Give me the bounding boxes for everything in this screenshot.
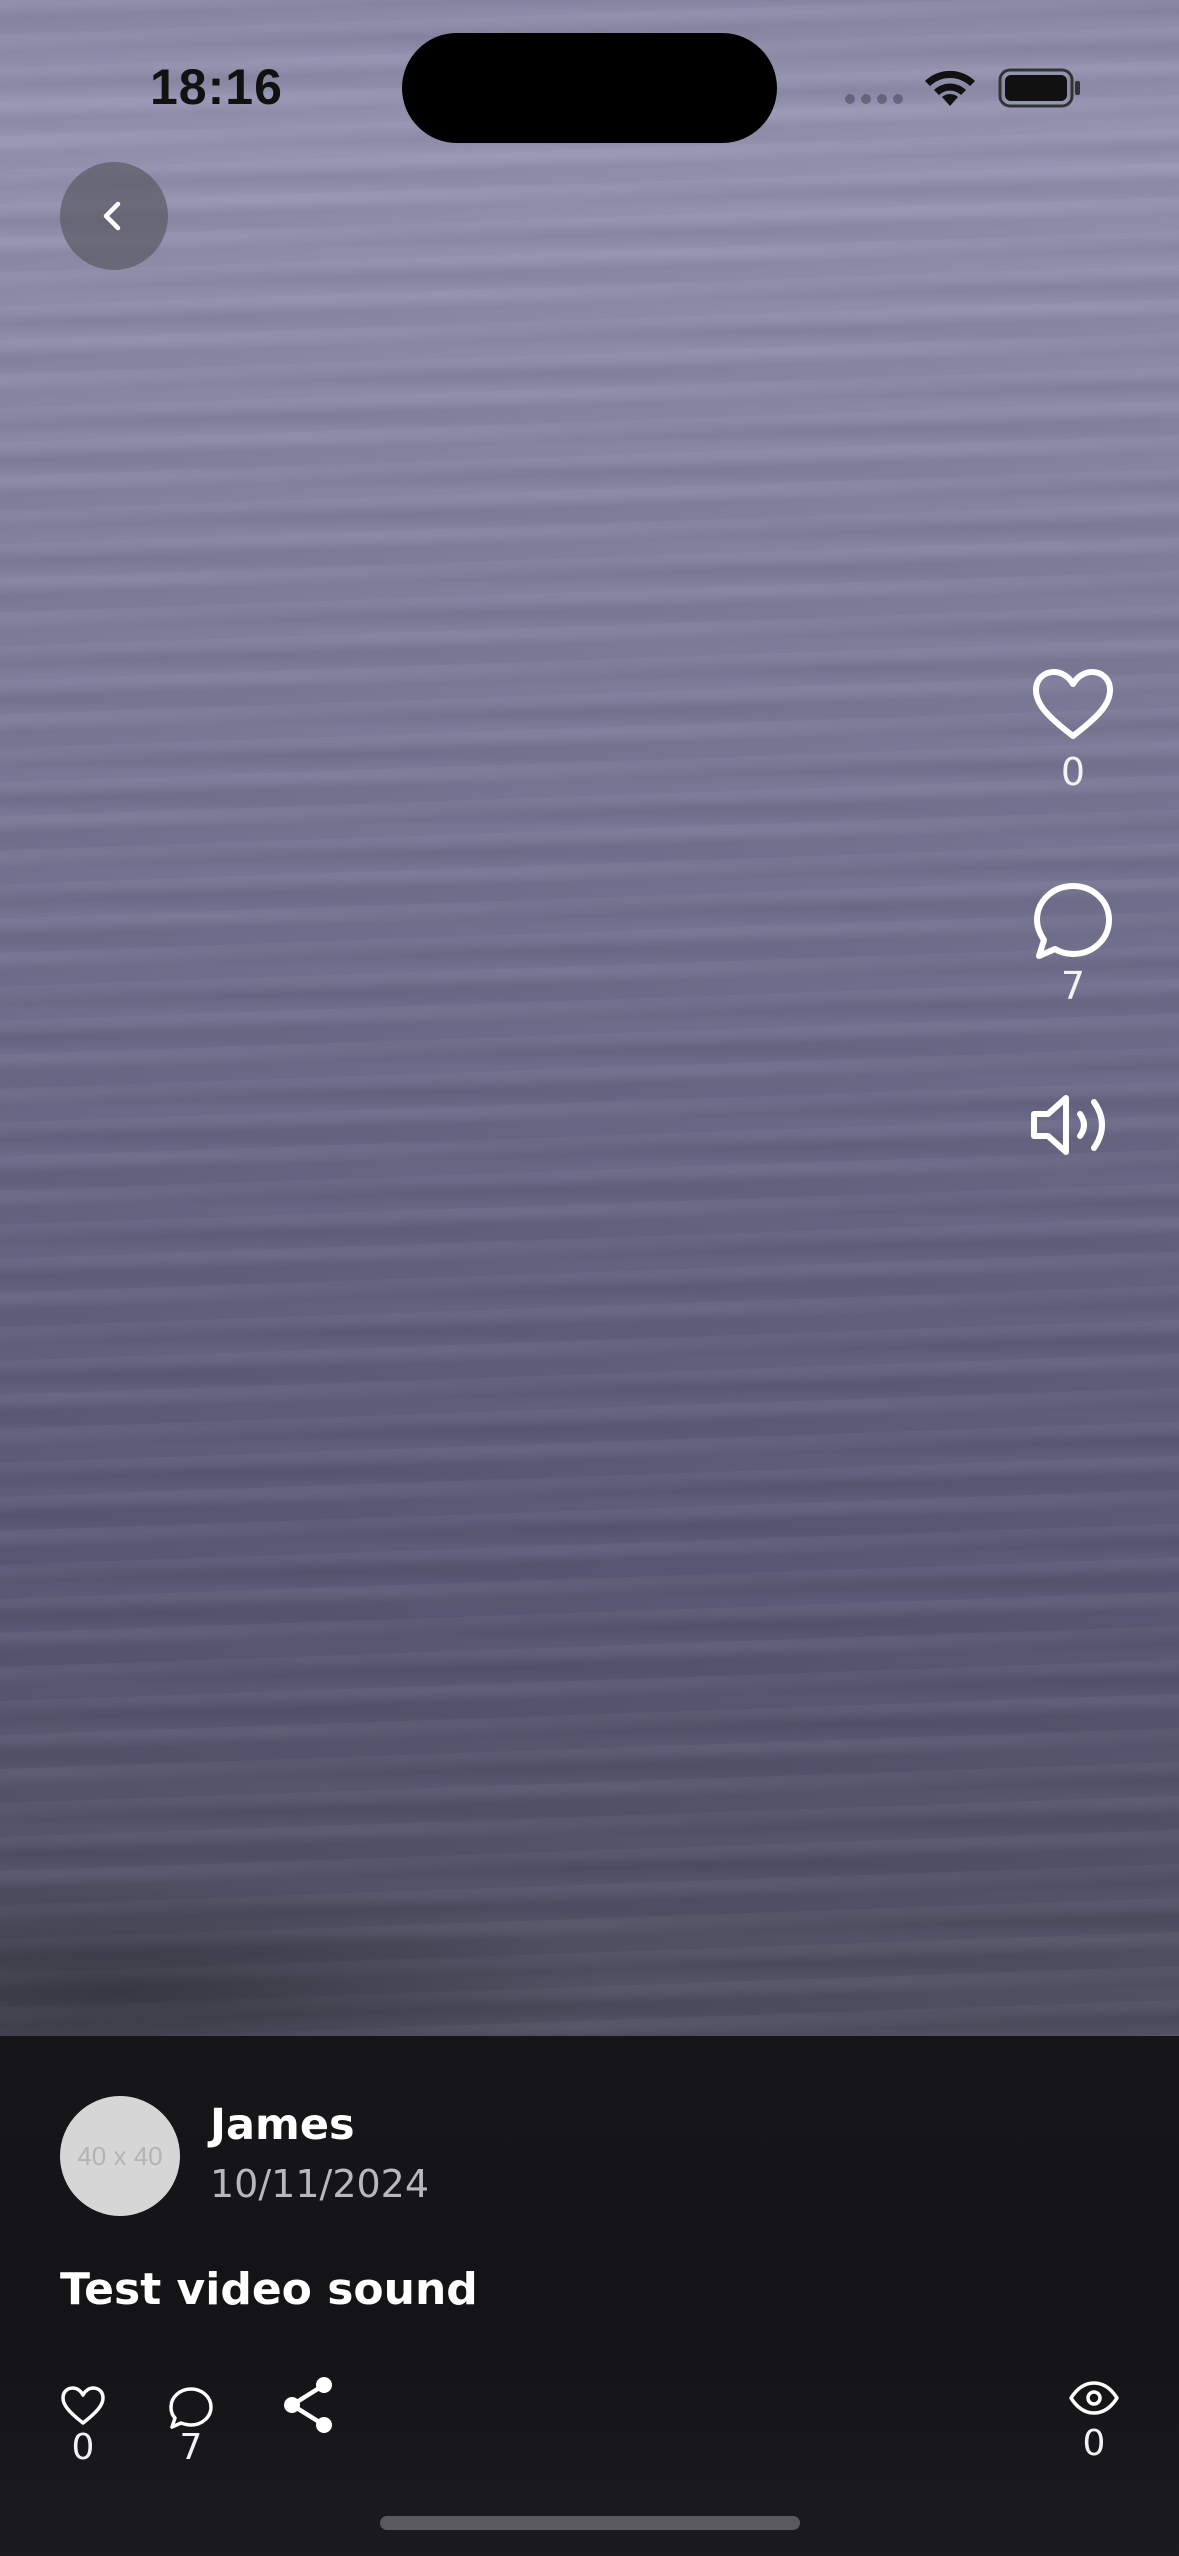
bottom-comment-count: 7 (179, 2427, 203, 2468)
views-indicator: 0 (1068, 2380, 1120, 2464)
bottom-like-button[interactable]: 0 (60, 2386, 106, 2468)
eye-icon (1069, 2381, 1119, 2415)
comment-count: 7 (1060, 964, 1086, 1008)
post-date: 10/11/2024 (210, 2162, 430, 2206)
battery-icon (998, 68, 1080, 108)
bottom-like-count: 0 (71, 2427, 95, 2468)
heart-icon (1033, 669, 1113, 739)
views-count: 0 (1082, 2423, 1106, 2464)
sound-toggle-button[interactable] (1020, 1090, 1126, 1160)
share-icon (284, 2377, 332, 2433)
video-player[interactable] (0, 0, 1179, 2040)
comment-bubble-icon (169, 2387, 213, 2429)
like-button[interactable]: 0 (1020, 668, 1126, 794)
video-post-screen: 18:16 0 7 40 x 40 James 10/11/2024 Test … (0, 0, 1179, 2556)
chevron-left-icon (103, 201, 121, 231)
author-name[interactable]: James (210, 2100, 355, 2150)
post-caption: Test video sound (60, 2264, 478, 2315)
avatar-placeholder-label: 40 x 40 (77, 2140, 163, 2171)
home-indicator[interactable] (380, 2516, 800, 2530)
wifi-icon (925, 70, 975, 106)
speaker-on-icon (1031, 1095, 1105, 1155)
status-time: 18:16 (150, 59, 283, 115)
heart-icon (61, 2386, 105, 2425)
dynamic-island (402, 33, 777, 143)
back-button[interactable] (60, 162, 168, 270)
comment-bubble-icon (1034, 883, 1112, 959)
share-button[interactable] (280, 2374, 338, 2436)
bottom-comment-button[interactable]: 7 (168, 2386, 214, 2468)
signal-dots-icon (845, 94, 903, 104)
like-count: 0 (1060, 750, 1086, 794)
comment-button[interactable]: 7 (1020, 880, 1126, 1008)
avatar[interactable]: 40 x 40 (60, 2096, 180, 2216)
